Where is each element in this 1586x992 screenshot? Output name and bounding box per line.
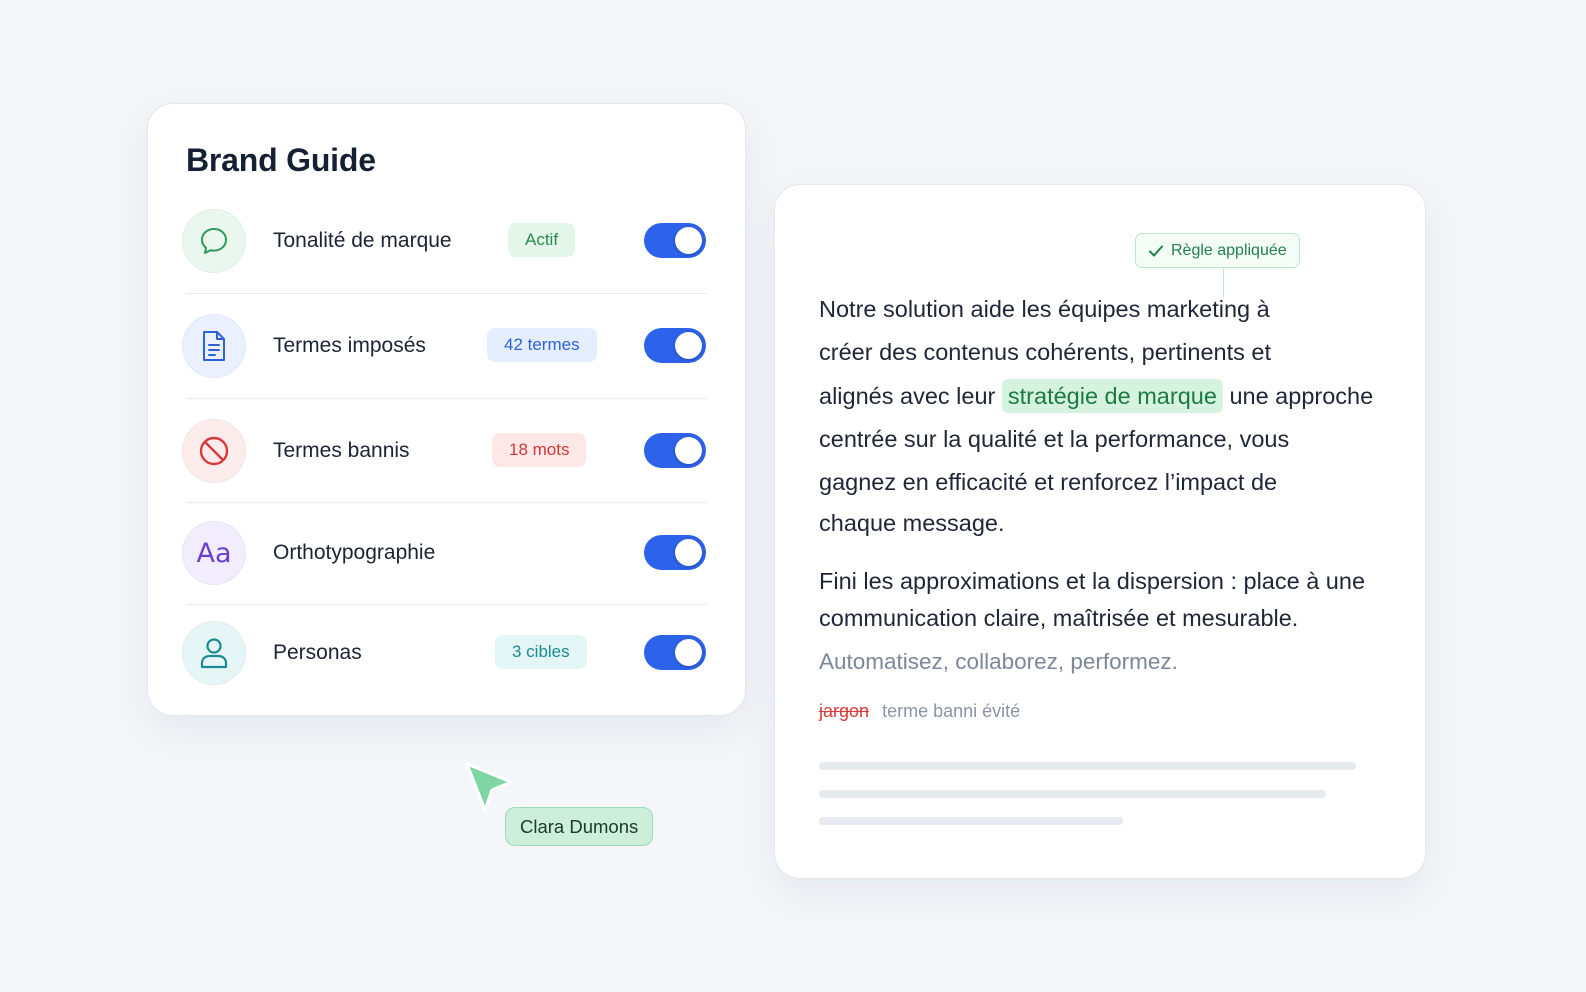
- collaborator-name-tag: Clara Dumons: [505, 807, 654, 846]
- paragraph-line: Notre solution aide les équipes marketin…: [819, 296, 1270, 322]
- paragraph-line: chaque message.: [819, 510, 1005, 536]
- rule-row-tonalite: Tonalité de marque Actif: [182, 209, 707, 273]
- brand-guide-title: Brand Guide: [186, 142, 376, 178]
- rule-label: Termes imposés: [273, 334, 426, 357]
- paragraph-line: créer des contenus cohérents, pertinents…: [819, 339, 1271, 365]
- check-icon: [1149, 245, 1163, 256]
- paragraph-line-highlighted: alignés avec leur stratégie de marque un…: [819, 375, 1373, 418]
- banned-note: terme banni évité: [882, 701, 1021, 721]
- ban-icon: [182, 419, 246, 483]
- rule-row-termes-imposes: Termes imposés 42 termes: [182, 314, 707, 378]
- divider: [186, 293, 707, 294]
- banned-term-note: jargon terme banni évité: [819, 701, 1020, 722]
- toggle-knob: [675, 437, 702, 464]
- rule-label: Termes bannis: [273, 439, 410, 462]
- divider: [186, 604, 707, 605]
- paragraph-line: gagnez en efficacité et renforcez l’impa…: [819, 469, 1278, 495]
- paragraph-line: centrée sur la qualité et la performance…: [819, 426, 1290, 452]
- count-badge: 3 cibles: [495, 635, 587, 669]
- user-icon: [182, 621, 246, 685]
- collaborator-cursor-icon: [465, 762, 513, 812]
- paragraph-line: communication claire, maîtrisée et mesur…: [819, 605, 1299, 631]
- count-badge: 18 mots: [492, 433, 587, 467]
- toggle-knob: [675, 227, 702, 254]
- banned-word: jargon: [819, 701, 870, 721]
- toggle-orthotypographie[interactable]: [644, 535, 706, 570]
- editor-panel: Règle appliquée Notre solution aide les …: [774, 184, 1426, 879]
- placeholder-line: [819, 762, 1356, 770]
- toggle-knob: [675, 539, 702, 566]
- highlighted-term[interactable]: stratégie de marque: [1001, 379, 1223, 413]
- placeholder-line: [819, 817, 1123, 825]
- rule-label: Personas: [273, 641, 362, 664]
- rule-row-termes-bannis: Termes bannis 18 mots: [182, 419, 707, 483]
- slogan: Automatisez, collaborez, performez.: [819, 649, 1178, 674]
- rule-applied-label: Règle appliquée: [1171, 242, 1287, 259]
- toggle-knob: [675, 639, 702, 666]
- placeholder-line: [819, 790, 1326, 798]
- rule-applied-chip: Règle appliquée: [1135, 233, 1300, 268]
- toggle-knob: [675, 332, 702, 359]
- rule-label: Tonalité de marque: [273, 229, 452, 252]
- toggle-personas[interactable]: [644, 635, 706, 670]
- document-icon: [182, 314, 246, 378]
- toggle-termes-imposes[interactable]: [644, 328, 706, 363]
- chat-bubble-icon: [182, 209, 246, 273]
- divider: [186, 502, 707, 503]
- toggle-termes-bannis[interactable]: [644, 433, 706, 468]
- typography-icon: Aa: [182, 521, 246, 585]
- rule-row-orthotypographie: Aa Orthotypographie: [182, 521, 707, 585]
- brand-guide-panel: Brand Guide Tonalité de marque Actif Ter…: [147, 103, 746, 716]
- divider: [186, 398, 707, 399]
- count-badge: 42 termes: [487, 328, 597, 362]
- rule-row-personas: Personas 3 cibles: [182, 621, 707, 685]
- toggle-tonalite[interactable]: [644, 223, 706, 258]
- status-badge: Actif: [508, 223, 576, 257]
- rule-label: Orthotypographie: [273, 541, 436, 564]
